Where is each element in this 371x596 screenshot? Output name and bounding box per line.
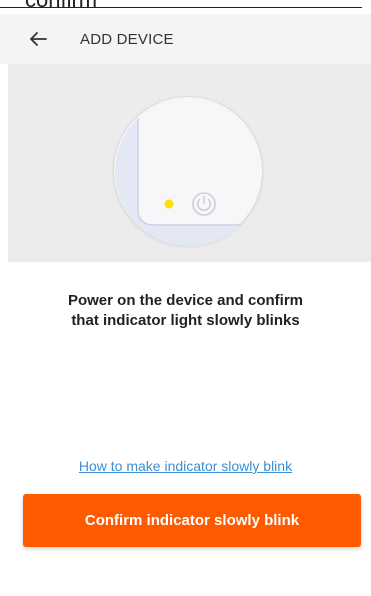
- page-title: ADD DEVICE: [80, 31, 174, 48]
- device-illustration: [8, 64, 371, 262]
- top-divider: [0, 7, 362, 8]
- arrow-left-icon: [30, 32, 47, 46]
- back-button[interactable]: [24, 25, 52, 53]
- top-caption: confirm: [25, 0, 97, 12]
- device-corner-graphic: [115, 98, 263, 246]
- instruction-line-1: Power on the device and confirm: [67, 292, 304, 309]
- device-zoom-circle: [113, 96, 263, 246]
- instruction-text: Power on the device and confirm that ind…: [0, 291, 371, 331]
- confirm-button[interactable]: Confirm indicator slowly blink: [23, 494, 361, 547]
- help-link[interactable]: How to make indicator slowly blink: [0, 458, 371, 474]
- instruction-line-2: that indicator light slowly blinks: [71, 312, 300, 329]
- indicator-light: [164, 199, 174, 209]
- app-header: ADD DEVICE: [0, 14, 371, 64]
- add-device-screen: confirm ADD DEVICE: [0, 0, 371, 596]
